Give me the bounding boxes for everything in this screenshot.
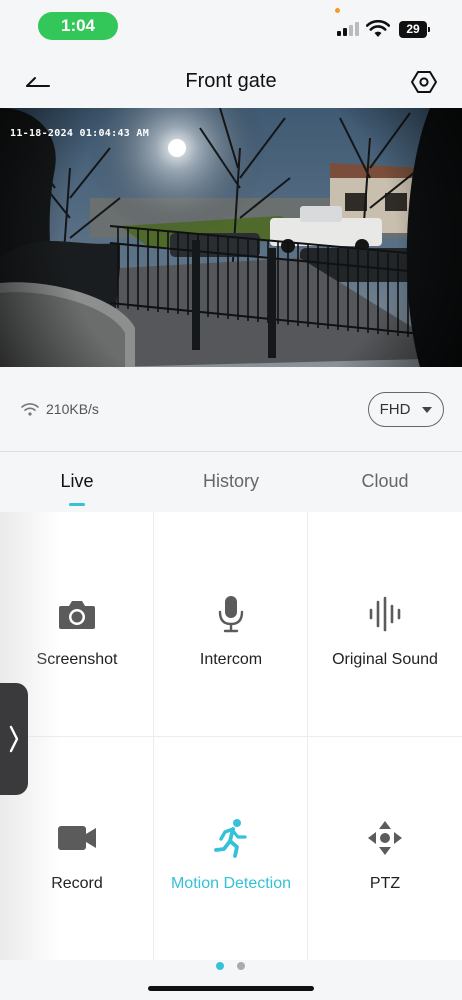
- status-time: 1:04: [38, 12, 118, 40]
- dropdown-caret-icon: [422, 406, 433, 413]
- camera-scene-image: [0, 108, 462, 367]
- cellular-signal-icon: [337, 22, 361, 36]
- tab-cloud[interactable]: Cloud: [308, 471, 462, 492]
- bitrate-indicator: 210KB/s: [20, 401, 99, 417]
- sound-wave-icon: [308, 594, 462, 634]
- motion-detection-button[interactable]: Motion Detection: [154, 736, 308, 960]
- intercom-label: Intercom: [199, 651, 263, 668]
- original-sound-label: Original Sound: [332, 651, 438, 668]
- home-indicator: [148, 986, 314, 991]
- video-camera-icon: [0, 818, 154, 858]
- privacy-indicator-dot: [335, 8, 340, 13]
- side-drawer-handle[interactable]: [0, 683, 28, 795]
- settings-button[interactable]: [410, 68, 438, 96]
- microphone-icon: [154, 594, 308, 634]
- ptz-label: PTZ: [369, 875, 401, 892]
- settings-hexagon-icon: [411, 71, 437, 93]
- view-tabs: Live History Cloud: [0, 452, 462, 512]
- running-person-icon: [154, 818, 308, 858]
- video-timestamp: 11-18-2024 01:04:43 AM: [10, 128, 150, 139]
- tab-live[interactable]: Live: [0, 471, 154, 492]
- page-indicator: [0, 960, 462, 1000]
- controls-grid: Screenshot Intercom Original Sound Recor…: [0, 512, 462, 960]
- motion-detection-label: Motion Detection: [170, 875, 292, 892]
- ptz-arrows-icon: [308, 818, 462, 858]
- page-dot-2[interactable]: [237, 962, 245, 970]
- page-title: Front gate: [185, 70, 277, 92]
- camera-icon: [0, 594, 154, 634]
- original-sound-button[interactable]: Original Sound: [308, 512, 462, 736]
- bitrate-text: 210KB/s: [46, 401, 99, 417]
- tab-history[interactable]: History: [154, 471, 308, 492]
- wifi-signal-icon: [21, 403, 39, 416]
- intercom-button[interactable]: Intercom: [154, 512, 308, 736]
- battery-indicator: 29: [399, 21, 430, 38]
- stream-info-row: 210KB/s FHD: [0, 367, 462, 451]
- status-bar: 1:04 29: [0, 0, 462, 52]
- ptz-button[interactable]: PTZ: [308, 736, 462, 960]
- record-label: Record: [51, 875, 103, 892]
- header: Front gate: [0, 52, 462, 108]
- active-tab-indicator: [69, 503, 85, 506]
- quality-value: FHD: [379, 401, 411, 418]
- wifi-icon: [366, 20, 390, 37]
- live-video-feed[interactable]: 11-18-2024 01:04:43 AM: [0, 108, 462, 367]
- page-dot-1[interactable]: [216, 962, 224, 970]
- screenshot-label: Screenshot: [36, 651, 118, 668]
- chevron-right-icon: [9, 725, 19, 753]
- quality-select[interactable]: FHD: [368, 392, 444, 427]
